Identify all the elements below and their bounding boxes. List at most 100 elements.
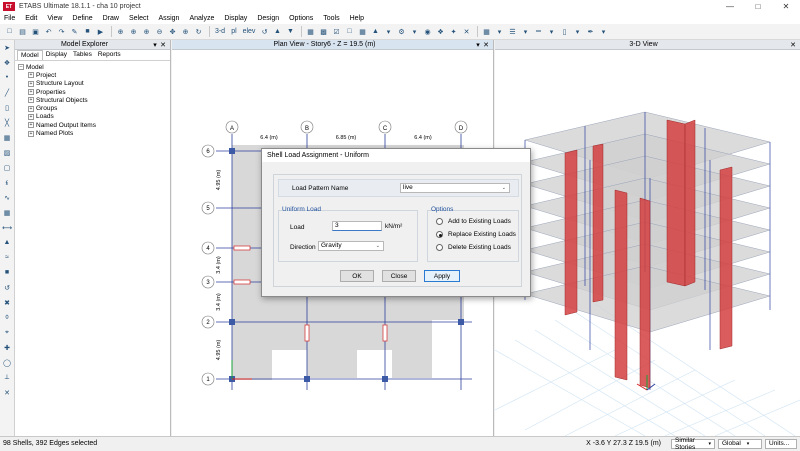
minimize-icon[interactable]: — [716,0,744,13]
dropdown-arrow-icon[interactable]: ▾ [546,26,557,37]
story-icon[interactable]: ☰ [507,26,518,37]
view-elevation-button[interactable]: elev [241,26,257,37]
menu-options[interactable]: Options [289,15,313,22]
coord-system-select[interactable]: Global ▾ [718,438,762,449]
draw-icon[interactable]: ✦ [448,26,459,37]
dropdown-arrow-icon[interactable]: ▾ [572,26,583,37]
pencil-icon[interactable]: ✎ [69,26,80,37]
draw-wall-icon[interactable]: ▨ [2,147,13,158]
pointer-icon[interactable]: ➤ [2,42,13,53]
deselect-icon[interactable]: ❖ [435,26,446,37]
set-display-icon[interactable]: ⚙ [396,26,407,37]
apply-button[interactable]: Apply [424,270,460,282]
draw-section-cut-icon[interactable]: ▲ [2,237,13,248]
frame-icon[interactable]: □ [344,26,355,37]
radio-icon[interactable] [436,218,443,225]
undo-icon[interactable]: ↶ [43,26,54,37]
column-marker[interactable] [229,148,235,154]
draw-grid-icon[interactable]: ▦ [2,207,13,218]
clear-selection-icon[interactable]: ✖ [2,297,13,308]
tree-item-structural-objects[interactable]: + Structural Objects [18,96,167,104]
draw-brace-icon[interactable]: ╳ [2,117,13,128]
snap-points-icon[interactable]: ⌖ [2,327,13,338]
expand-icon[interactable]: + [28,130,34,137]
column-marker[interactable] [304,376,310,382]
dropdown-arrow-icon[interactable]: ▾ [383,26,394,37]
tab-reports[interactable]: Reports [95,50,124,60]
menu-file[interactable]: File [4,15,15,22]
zoom-out-icon[interactable]: ⊖ [154,26,165,37]
menu-analyze[interactable]: Analyze [189,15,214,22]
tree-item-structure-layout[interactable]: + Structure Layout [18,80,167,88]
object-shrink-icon[interactable]: ▩ [318,26,329,37]
zoom-window-icon[interactable]: ⊕ [180,26,191,37]
3d-view-canvas[interactable] [494,50,800,437]
expand-icon[interactable]: + [28,80,34,87]
snap-lines-icon[interactable]: ◯ [2,357,13,368]
draw-floor-icon[interactable]: ▦ [2,132,13,143]
option-replace-radio[interactable]: Replace Existing Loads [436,231,516,238]
radio-icon[interactable] [436,244,443,251]
close-icon[interactable]: ✕ [482,41,490,49]
new-model-icon[interactable]: □ [4,26,15,37]
collapse-icon[interactable]: – [18,64,24,71]
column-marker[interactable] [458,319,464,325]
run-icon[interactable]: ▶ [95,26,106,37]
shear-wall[interactable] [233,245,251,251]
floor-slab[interactable] [392,320,432,378]
refresh-icon[interactable]: ↻ [193,26,204,37]
tab-display[interactable]: Display [43,50,70,60]
menu-design[interactable]: Design [257,15,279,22]
draw-tendon-icon[interactable]: ∿ [2,192,13,203]
pin-icon[interactable]: ▾ [474,41,482,49]
units-button[interactable]: Units... [765,438,797,449]
view-plan-button[interactable]: pl [229,26,239,37]
tree-item-named-plots[interactable]: + Named Plots [18,129,167,137]
floor-slab[interactable] [272,320,307,350]
menu-assign[interactable]: Assign [158,15,179,22]
move-up-icon[interactable]: ▲ [272,26,283,37]
similar-stories-select[interactable]: Similar Stories ▾ [671,437,715,451]
expand-icon[interactable]: + [28,72,34,79]
floor-slab[interactable] [232,320,272,380]
dropdown-arrow-icon[interactable]: ▾ [409,26,420,37]
select-all-icon[interactable]: ■ [2,267,13,278]
expand-icon[interactable]: + [28,105,34,112]
zoom-restore-icon[interactable]: ⊕ [128,26,139,37]
load-pattern-select[interactable]: live ⌄ [400,183,510,193]
menu-draw[interactable]: Draw [103,15,119,22]
shear-wall[interactable] [233,279,251,285]
tree-item-named-output-items[interactable]: + Named Output Items [18,121,167,129]
select-all-icon[interactable]: ◉ [422,26,433,37]
ok-button[interactable]: OK [340,270,374,282]
maximize-icon[interactable]: □ [744,0,772,13]
tree-item-loads[interactable]: + Loads [18,113,167,121]
menu-view[interactable]: View [47,15,62,22]
option-delete-radio[interactable]: Delete Existing Loads [436,244,511,251]
expand-icon[interactable]: + [28,97,34,104]
close-icon[interactable]: ✕ [789,41,797,49]
draw-dimension-icon[interactable]: ⟷ [2,222,13,233]
snap-icon[interactable]: ✕ [461,26,472,37]
section-icon[interactable]: ═ [533,26,544,37]
rotate-icon[interactable]: ↺ [259,26,270,37]
column-icon[interactable]: ▯ [559,26,570,37]
shell-icon[interactable]: ▦ [357,26,368,37]
expand-icon[interactable]: + [28,122,34,129]
close-icon[interactable]: ✕ [772,0,800,13]
get-previous-icon[interactable]: ↺ [2,282,13,293]
tree-item-properties[interactable]: + Properties [18,88,167,96]
zoom-rubber-icon[interactable]: ⊕ [115,26,126,37]
close-icon[interactable]: ✕ [159,41,167,49]
tree-item-model[interactable]: – Model [18,63,167,71]
expand-icon[interactable]: + [28,89,34,96]
floor-slab[interactable] [307,320,357,378]
tree-item-project[interactable]: + Project [18,71,167,79]
dropdown-arrow-icon[interactable]: ▾ [520,26,531,37]
column-marker[interactable] [382,376,388,382]
pan-icon[interactable]: ✥ [167,26,178,37]
menu-display[interactable]: Display [224,15,247,22]
pen-icon[interactable]: ✒ [585,26,596,37]
radio-selected-icon[interactable] [436,231,443,238]
snap-perp-icon[interactable]: ⟂ [2,372,13,383]
